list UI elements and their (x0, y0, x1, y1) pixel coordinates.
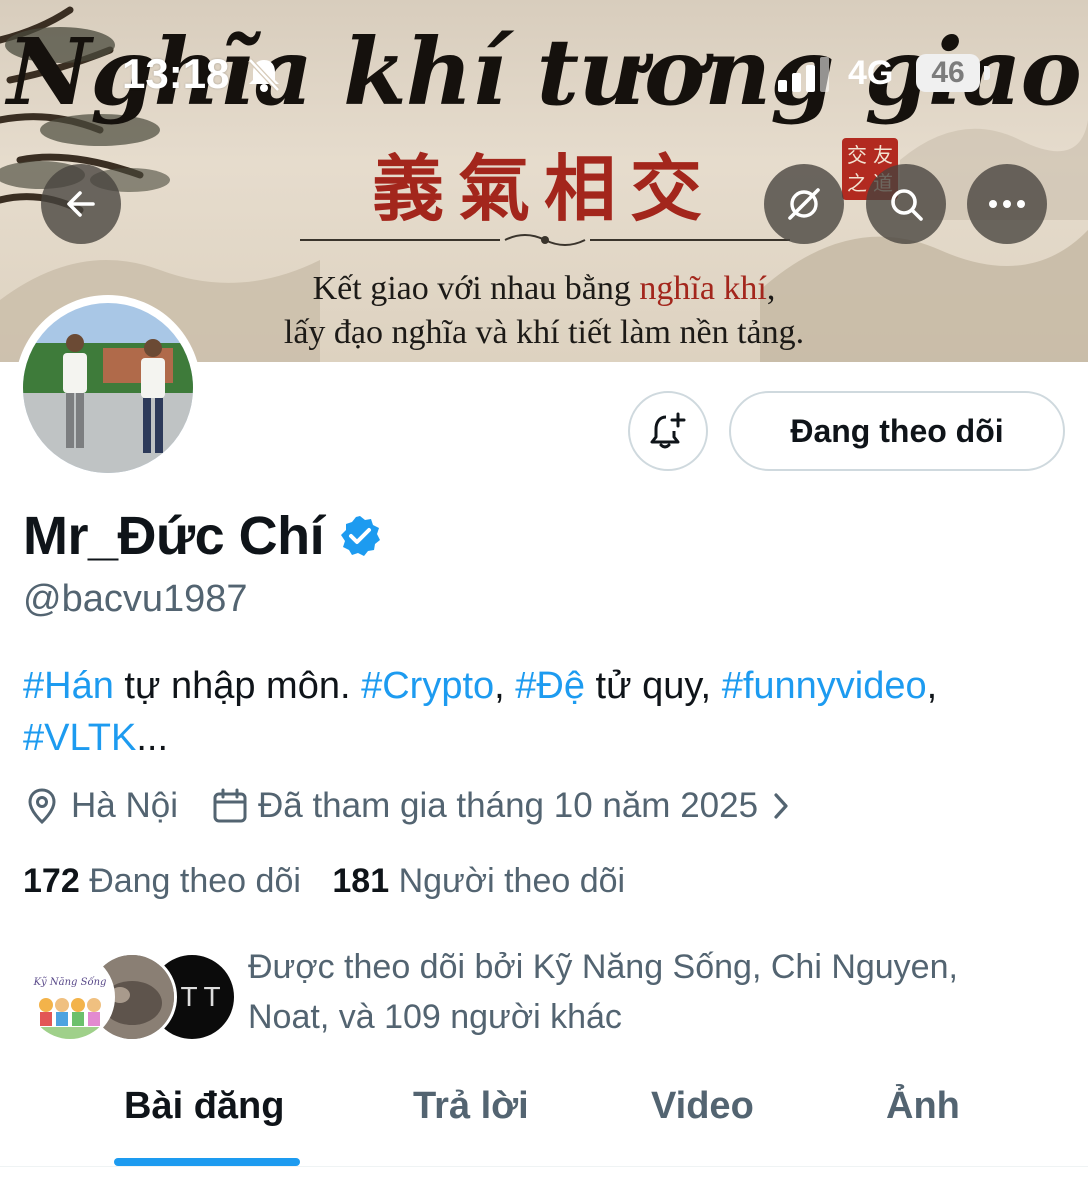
profile-meta: Hà Nội Đã tham gia tháng 10 năm 2025 (23, 786, 834, 826)
follower-avatar-label: Kỹ Năng Sống (33, 977, 107, 988)
more-icon (989, 200, 1025, 208)
followed-by-line-1: Được theo dõi bởi Kỹ Năng Sống, Chi Nguy… (248, 948, 958, 986)
bio-text: tự nhập môn. (113, 665, 362, 707)
followed-by-line-2: Noat, và 109 người khác (248, 998, 622, 1036)
avatar-photo (23, 303, 193, 473)
profile-bio: #Hán tự nhập môn. #Crypto, #Đệ tử quy, #… (23, 660, 1063, 764)
banner-divider (300, 234, 790, 246)
bio-text: tử quy, (585, 665, 722, 707)
location-text: Hà Nội (71, 786, 178, 825)
bio-text: , (494, 665, 516, 707)
seal-char: 之 (847, 171, 867, 195)
followers-count-link[interactable]: 181 Người theo dõi (332, 862, 625, 900)
following-count-link[interactable]: 172 Đang theo dõi (23, 862, 301, 900)
banner-line-1-highlight: nghĩa khí (639, 270, 767, 307)
hashtag-link[interactable]: #Hán (23, 665, 114, 707)
tabs-divider (0, 1166, 1088, 1167)
banner-line-1: Kết giao với nhau bằng nghĩa khí, (0, 270, 1088, 308)
grok-button[interactable] (764, 164, 844, 244)
bell-plus-icon (650, 412, 686, 449)
joined-item[interactable]: Đã tham gia tháng 10 năm 2025 (212, 786, 800, 826)
battery-cap (984, 66, 990, 80)
grok-icon (788, 188, 820, 220)
status-bar: 13:18 4G 46 (0, 50, 1088, 98)
tab-replies[interactable]: Trả lời (413, 1085, 529, 1128)
joined-text: Đã tham gia tháng 10 năm 2025 (257, 786, 759, 825)
follow-counts: 172 Đang theo dõi 181 Người theo dõi (23, 862, 625, 901)
tab-photos[interactable]: Ảnh (886, 1085, 960, 1128)
search-button[interactable] (866, 164, 946, 244)
calendar-icon (212, 788, 248, 824)
banner-line-1-prefix: Kết giao với nhau bằng (312, 270, 640, 307)
seal-char: 友 (873, 143, 893, 167)
status-time: 13:18 (122, 50, 230, 97)
bio-text: , (926, 665, 938, 707)
display-name: Mr_Đức Chí (23, 505, 382, 567)
following-label: Đang theo dõi (89, 862, 301, 900)
follower-avatar-image: Kỹ Năng Sống (28, 955, 112, 1039)
location-item: Hà Nội (23, 786, 178, 826)
following-button[interactable]: Đang theo dõi (729, 391, 1065, 471)
arrow-left-icon (67, 191, 95, 217)
followed-by-avatars[interactable]: Kỹ Năng Sống TTT (25, 952, 237, 1042)
bio-text: ... (136, 717, 169, 759)
followers-label: Người theo dõi (398, 862, 626, 900)
seal-char: 交 (847, 143, 867, 167)
search-icon (891, 189, 923, 221)
following-count: 172 (23, 862, 80, 900)
tab-video[interactable]: Video (651, 1085, 754, 1128)
hashtag-link[interactable]: #Đệ (515, 665, 585, 707)
avatar-image (23, 303, 193, 473)
hashtag-link[interactable]: #VLTK (23, 717, 136, 759)
hashtag-link[interactable]: #Crypto (361, 665, 494, 707)
tab-posts[interactable]: Bài đăng (124, 1085, 284, 1128)
followers-count: 181 (332, 862, 390, 900)
silent-mode-icon (248, 58, 280, 92)
hashtag-link[interactable]: #funnyvideo (722, 665, 927, 707)
verified-badge-icon[interactable] (338, 514, 382, 558)
active-tab-indicator (114, 1158, 300, 1166)
notifications-button[interactable] (628, 391, 708, 471)
banner-line-1-suffix: , (766, 270, 776, 307)
user-handle: @bacvu1987 (23, 578, 248, 620)
location-pin-icon (23, 787, 61, 825)
signal-icon (778, 57, 829, 92)
more-button[interactable] (967, 164, 1047, 244)
followed-by-text[interactable]: Được theo dõi bởi Kỹ Năng Sống, Chi Nguy… (248, 942, 1048, 1042)
network-type: 4G (848, 54, 894, 92)
follower-avatar: Kỹ Năng Sống (25, 952, 115, 1042)
chevron-right-icon (772, 791, 790, 821)
back-button[interactable] (41, 164, 121, 244)
profile-tabs: Bài đăng Trả lời Video Ảnh (0, 1085, 1088, 1165)
battery-icon: 46 (916, 54, 980, 92)
display-name-text: Mr_Đức Chí (23, 506, 325, 566)
profile-avatar[interactable] (15, 295, 201, 481)
